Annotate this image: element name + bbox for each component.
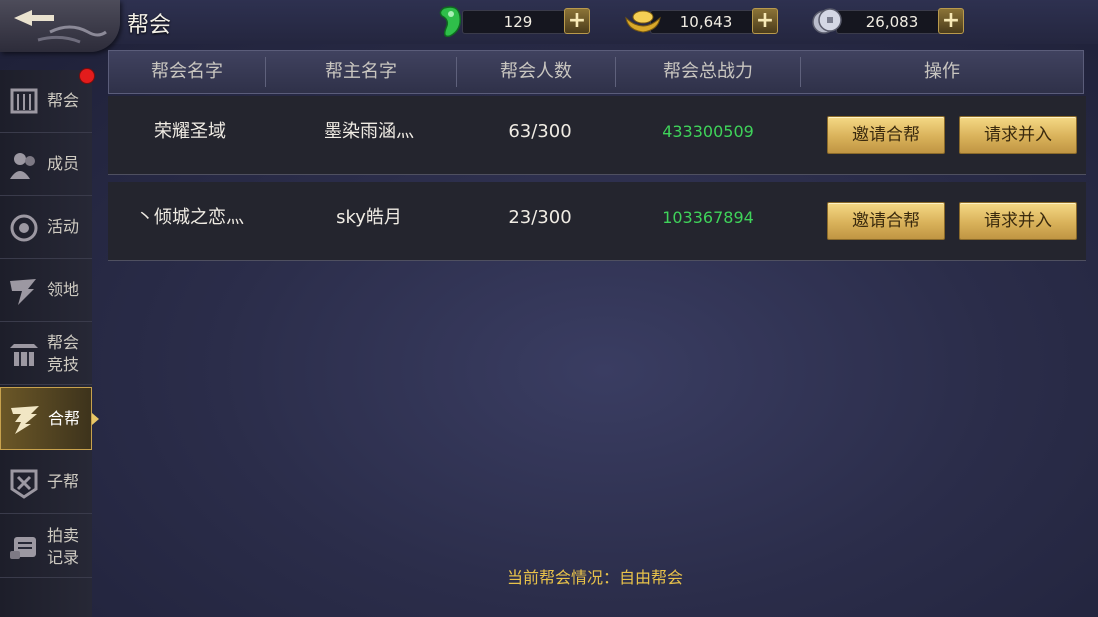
member-count: 23/300 xyxy=(508,207,572,228)
territory-icon xyxy=(10,279,36,305)
merge-wing-icon xyxy=(11,406,39,434)
sidebar-item-guild[interactable]: 帮会 xyxy=(0,70,92,133)
silver-add-button[interactable]: + xyxy=(938,8,964,34)
column-header-guild-name: 帮会名字 xyxy=(151,61,223,82)
leader-name: 墨染雨涵灬 xyxy=(324,121,414,142)
back-arrow-icon xyxy=(14,10,107,44)
gold-ingot-icon xyxy=(625,10,661,33)
sidebar-item-sub-guild[interactable]: 子帮 xyxy=(0,451,92,514)
table-row: 荣耀圣域 墨染雨涵灬 63/300 433300509 邀请合帮 请求并入 xyxy=(108,96,1086,175)
silver-coin-icon xyxy=(812,8,842,34)
sidebar-item-label: 成员 xyxy=(47,154,80,173)
sidebar-item-territory[interactable]: 领地 xyxy=(0,259,92,322)
jade-add-button[interactable]: + xyxy=(564,8,590,34)
table-row: 丶倾城之恋灬 sky皓月 23/300 103367894 邀请合帮 请求并入 xyxy=(108,182,1086,261)
sidebar-item-label-line1: 帮会 xyxy=(47,333,80,352)
request-join-button[interactable]: 请求并入 xyxy=(959,202,1077,240)
sidebar-item-label-line2: 竞技 xyxy=(47,355,80,374)
column-header-total-power: 帮会总战力 xyxy=(663,61,753,82)
total-power: 433300509 xyxy=(662,122,754,141)
sidebar-item-label-line1: 拍卖 xyxy=(47,526,80,545)
table-header: 帮会名字 帮主名字 帮会人数 帮会总战力 操作 xyxy=(108,50,1084,94)
members-icon xyxy=(10,153,35,179)
sub-guild-icon xyxy=(10,469,38,499)
notification-badge xyxy=(79,68,95,84)
leader-name: sky皓月 xyxy=(336,207,402,228)
back-button[interactable] xyxy=(0,0,120,52)
sidebar-item-members[interactable]: 成员 xyxy=(0,133,92,196)
silver-count: 26,083 xyxy=(836,10,948,34)
column-header-member-count: 帮会人数 xyxy=(500,61,572,82)
sidebar-item-label: 合帮 xyxy=(48,409,81,428)
sidebar-item-label: 子帮 xyxy=(47,472,80,491)
arena-icon xyxy=(10,344,38,366)
sidebar-item-guild-arena[interactable]: 帮会 竞技 xyxy=(0,322,92,385)
sidebar-item-label: 帮会 xyxy=(47,91,80,110)
column-header-actions: 操作 xyxy=(924,61,960,82)
jade-icon xyxy=(439,6,462,38)
sidebar-item-label: 活动 xyxy=(47,217,80,236)
guild-name: 荣耀圣域 xyxy=(154,121,226,142)
member-count: 63/300 xyxy=(508,121,572,142)
gold-add-button[interactable]: + xyxy=(752,8,778,34)
page-title: 帮会 xyxy=(127,13,172,38)
sidebar-item-merge[interactable]: 合帮 xyxy=(0,387,99,450)
invite-merge-button[interactable]: 邀请合帮 xyxy=(827,116,945,154)
total-power: 103367894 xyxy=(662,208,754,227)
sidebar-item-activity[interactable]: 活动 xyxy=(0,196,92,259)
auction-scroll-icon xyxy=(10,537,36,559)
sidebar-item-label: 领地 xyxy=(47,280,80,299)
gold-count: 10,643 xyxy=(650,10,762,34)
current-guild-status: 当前帮会情况：自由帮会 xyxy=(506,568,683,587)
invite-merge-button[interactable]: 邀请合帮 xyxy=(827,202,945,240)
guild-name: 丶倾城之恋灬 xyxy=(136,207,244,228)
guild-banner-icon xyxy=(10,88,38,114)
activity-icon xyxy=(10,214,38,242)
jade-count: 129 xyxy=(462,10,574,34)
request-join-button[interactable]: 请求并入 xyxy=(959,116,1077,154)
column-header-leader-name: 帮主名字 xyxy=(325,61,397,82)
